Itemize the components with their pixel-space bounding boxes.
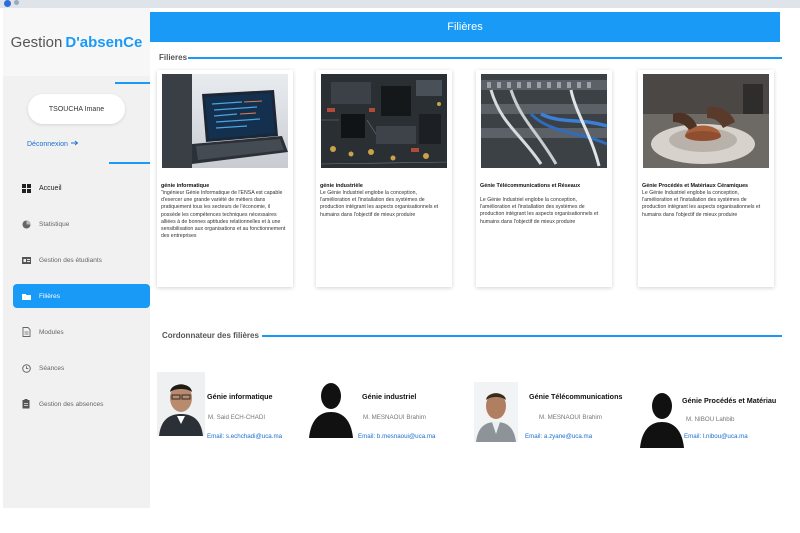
circuit-board-image [321, 74, 447, 168]
browser-icon-secondary [14, 0, 19, 5]
page-title: Filières [447, 21, 483, 33]
logout-link[interactable]: Déconnexion [27, 140, 79, 148]
sidebar-item-label: Statistique [39, 220, 70, 228]
filiere-card-title: Génie Procédés et Matériaux Céramiques [642, 183, 749, 189]
network-cables-image [481, 74, 607, 168]
person-silhouette-icon [307, 378, 355, 442]
filiere-card-title: génie industrièle [320, 183, 363, 189]
sidebar-item-label: Accueil [39, 184, 62, 192]
filiere-card[interactable]: génie informatique "ingénieur Génie Info… [157, 70, 293, 287]
browser-top-strip [0, 0, 800, 8]
section-title-filieres: Filieres [159, 53, 188, 62]
filiere-card[interactable]: Génie Télécommunications et Réseaux Le G… [476, 70, 612, 287]
coordinator-email[interactable]: Email: l.nibou@uca.ma [684, 433, 748, 440]
person-silhouette-icon [638, 388, 686, 452]
filiere-card[interactable]: Génie Procédés et Matériaux Céramiques L… [638, 70, 774, 287]
chart-icon [21, 219, 31, 229]
logout-label: Déconnexion [27, 140, 68, 148]
ceramics-pottery-image [643, 74, 769, 168]
user-name: TSOUCHA Imane [48, 105, 105, 113]
coordinator-filiere: Génie Procédés et Matériau [682, 396, 777, 405]
coordinator-name: M. MESNAOUI Brahim [363, 414, 426, 421]
coordinator-filiere: Génie Télécommunications [529, 392, 623, 401]
folder-icon [21, 291, 31, 301]
coordinator-email[interactable]: Email: b.mesnaoui@uca.ma [358, 433, 435, 440]
students-icon [21, 255, 31, 265]
sidebar-item-modules[interactable]: Modules [13, 320, 150, 344]
dashboard-icon [21, 183, 31, 193]
sidebar-item-seances[interactable]: Séances [13, 356, 150, 380]
section-title-coordinators: Cordonnateur des filières [162, 331, 259, 340]
sidebar-item-statistique[interactable]: Statistique [13, 212, 150, 236]
section-divider-coordinators [262, 335, 782, 337]
coordinator-card: Génie industriel M. MESNAOUI Brahim Emai… [307, 372, 467, 452]
browser-icon [4, 0, 11, 7]
arrow-right-icon [70, 140, 79, 148]
laptop-image [162, 74, 288, 168]
filiere-card-description: Le Génie Industriel englobe la conceptio… [642, 190, 761, 218]
brand-prefix: Gestion [10, 33, 63, 51]
filiere-card-title: Génie Télécommunications et Réseaux [480, 183, 581, 189]
sidebar-item-label: Gestion des étudiants [39, 256, 102, 264]
coordinator-card: Génie Télécommunications M. MESNAOUI Bra… [474, 372, 634, 452]
clock-icon [21, 363, 31, 373]
brand-accent: D'absenCe [65, 33, 143, 51]
document-icon [21, 327, 31, 337]
coordinator-filiere: Génie industriel [362, 392, 417, 401]
section-divider-filieres [188, 57, 782, 59]
filiere-card-title: génie informatique [161, 183, 210, 189]
sidebar-item-accueil[interactable]: Accueil [13, 176, 150, 200]
filiere-card-description: Le Génie Industriel englobe la conceptio… [480, 197, 599, 225]
sidebar-item-label: Gestion des absences [39, 400, 104, 408]
sidebar-item-filieres[interactable]: Filières [13, 284, 150, 308]
coordinator-name: M. NIBOU Lahbib [686, 416, 735, 423]
coordinator-filiere: Génie informatique [207, 392, 273, 401]
page-header: Filières [150, 12, 780, 42]
sidebar: Gestion D'absenCe TSOUCHA Imane Déconnex… [3, 8, 150, 508]
user-profile[interactable]: TSOUCHA Imane [28, 94, 125, 124]
app-brand[interactable]: Gestion D'absenCe [3, 8, 150, 76]
coordinator-email[interactable]: Email: s.echchadi@uca.ma [207, 433, 282, 440]
sidebar-item-label: Séances [39, 364, 65, 372]
filiere-card-description: "ingénieur Génie Informatique de l'ENSA … [161, 190, 286, 240]
profile-divider [109, 162, 150, 164]
coordinator-name: M. Said ECH-CHADI [208, 414, 266, 421]
coordinator-card: Génie Procédés et Matériau M. NIBOU Lahb… [638, 372, 784, 452]
sidebar-item-etudiants[interactable]: Gestion des étudiants [13, 248, 150, 272]
filiere-card-description: Le Génie Industriel englobe la conceptio… [320, 190, 439, 218]
brand-divider [115, 82, 150, 84]
filiere-card[interactable]: génie industrièle Le Génie Industriel en… [316, 70, 452, 287]
person-photo [474, 382, 518, 442]
sidebar-item-label: Filières [39, 292, 60, 300]
coordinator-email[interactable]: Email: a.zyane@uca.ma [525, 433, 592, 440]
person-photo [157, 372, 205, 436]
coordinator-name: M. MESNAOUI Brahim [539, 414, 602, 421]
sidebar-item-absences[interactable]: Gestion des absences [13, 392, 150, 416]
clipboard-icon [21, 399, 31, 409]
sidebar-item-label: Modules [39, 328, 64, 336]
coordinator-card: Génie informatique M. Said ECH-CHADI Ema… [157, 372, 307, 452]
